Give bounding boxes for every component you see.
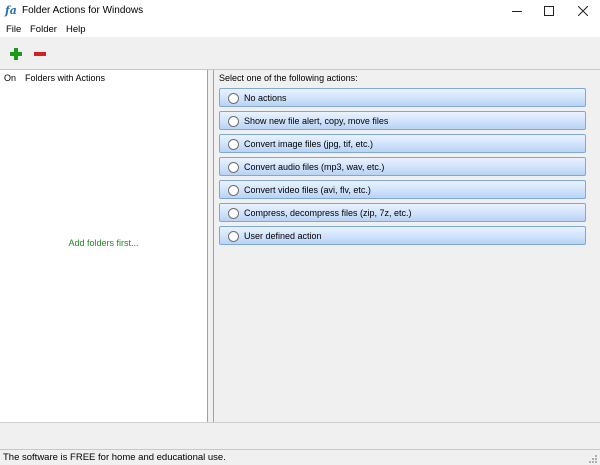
action-option-label: User defined action: [244, 231, 322, 241]
action-option-label: No actions: [244, 93, 287, 103]
status-bar: The software is FREE for home and educat…: [0, 449, 600, 465]
action-option[interactable]: Convert audio files (mp3, wav, etc.): [219, 157, 586, 176]
empty-list-hint: Add folders first...: [68, 238, 139, 248]
action-option[interactable]: User defined action: [219, 226, 586, 245]
app-logo-icon: fa: [5, 4, 17, 17]
radio-button[interactable]: [228, 93, 239, 104]
bottom-panel: [0, 422, 600, 450]
plus-icon: [10, 48, 22, 60]
radio-button[interactable]: [228, 208, 239, 219]
radio-button[interactable]: [228, 116, 239, 127]
menu-bar: File Folder Help: [0, 22, 600, 37]
action-option[interactable]: Compress, decompress files (zip, 7z, etc…: [219, 203, 586, 222]
minimize-button[interactable]: [500, 0, 534, 22]
minus-icon: [34, 52, 46, 56]
action-option-label: Convert audio files (mp3, wav, etc.): [244, 162, 385, 172]
action-option[interactable]: No actions: [219, 88, 586, 107]
toolbar: [0, 37, 600, 70]
action-option-label: Show new file alert, copy, move files: [244, 116, 389, 126]
actions-panel: Select one of the following actions: No …: [214, 70, 600, 422]
action-option[interactable]: Show new file alert, copy, move files: [219, 111, 586, 130]
menu-file[interactable]: File: [6, 24, 21, 35]
radio-button[interactable]: [228, 185, 239, 196]
close-icon: [578, 6, 588, 16]
action-option-label: Convert image files (jpg, tif, etc.): [244, 139, 374, 149]
minimize-icon: [512, 11, 522, 12]
actions-caption: Select one of the following actions:: [219, 73, 358, 83]
title-bar: fa Folder Actions for Windows: [0, 0, 600, 22]
close-button[interactable]: [566, 0, 600, 22]
menu-help[interactable]: Help: [66, 24, 86, 35]
folders-list[interactable]: On Folders with Actions Add folders firs…: [0, 70, 208, 422]
radio-button[interactable]: [228, 231, 239, 242]
column-header-on[interactable]: On: [4, 73, 16, 83]
action-option-label: Convert video files (avi, flv, etc.): [244, 185, 371, 195]
add-folder-button[interactable]: [9, 47, 23, 61]
action-option[interactable]: Convert video files (avi, flv, etc.): [219, 180, 586, 199]
resize-grip-icon[interactable]: [588, 454, 598, 464]
column-header-folders[interactable]: Folders with Actions: [25, 73, 105, 83]
action-option-label: Compress, decompress files (zip, 7z, etc…: [244, 208, 412, 218]
menu-folder[interactable]: Folder: [30, 24, 57, 35]
status-text: The software is FREE for home and educat…: [3, 452, 226, 463]
radio-button[interactable]: [228, 162, 239, 173]
maximize-icon: [544, 6, 554, 16]
radio-button[interactable]: [228, 139, 239, 150]
window-title: Folder Actions for Windows: [22, 5, 144, 16]
remove-folder-button[interactable]: [33, 47, 47, 61]
maximize-button[interactable]: [532, 0, 566, 22]
action-option[interactable]: Convert image files (jpg, tif, etc.): [219, 134, 586, 153]
